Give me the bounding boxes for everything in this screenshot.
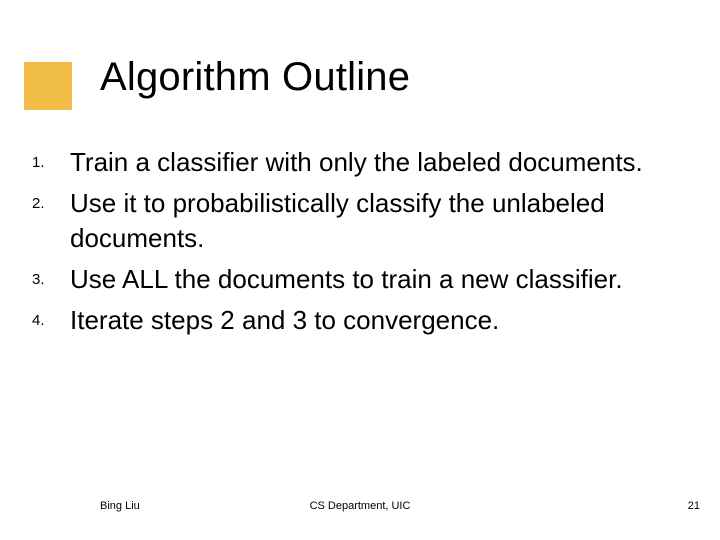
item-number: 2. — [32, 186, 70, 212]
item-text: Use ALL the documents to train a new cla… — [70, 262, 623, 297]
title-accent-box — [24, 62, 72, 110]
item-number: 3. — [32, 262, 70, 288]
item-number: 4. — [32, 303, 70, 329]
item-number: 1. — [32, 145, 70, 171]
page-title: Algorithm Outline — [100, 55, 410, 100]
slide-number: 21 — [688, 500, 700, 512]
item-text: Use it to probabilistically classify the… — [70, 186, 672, 256]
slide-footer: Bing Liu CS Department, UIC 21 — [0, 500, 720, 518]
numbered-list: 1. Train a classifier with only the labe… — [32, 145, 672, 344]
list-item: 4. Iterate steps 2 and 3 to convergence. — [32, 303, 672, 338]
footer-affiliation: CS Department, UIC — [0, 500, 720, 512]
list-item: 2. Use it to probabilistically classify … — [32, 186, 672, 256]
list-item: 3. Use ALL the documents to train a new … — [32, 262, 672, 297]
item-text: Train a classifier with only the labeled… — [70, 145, 643, 180]
list-item: 1. Train a classifier with only the labe… — [32, 145, 672, 180]
item-text: Iterate steps 2 and 3 to convergence. — [70, 303, 499, 338]
